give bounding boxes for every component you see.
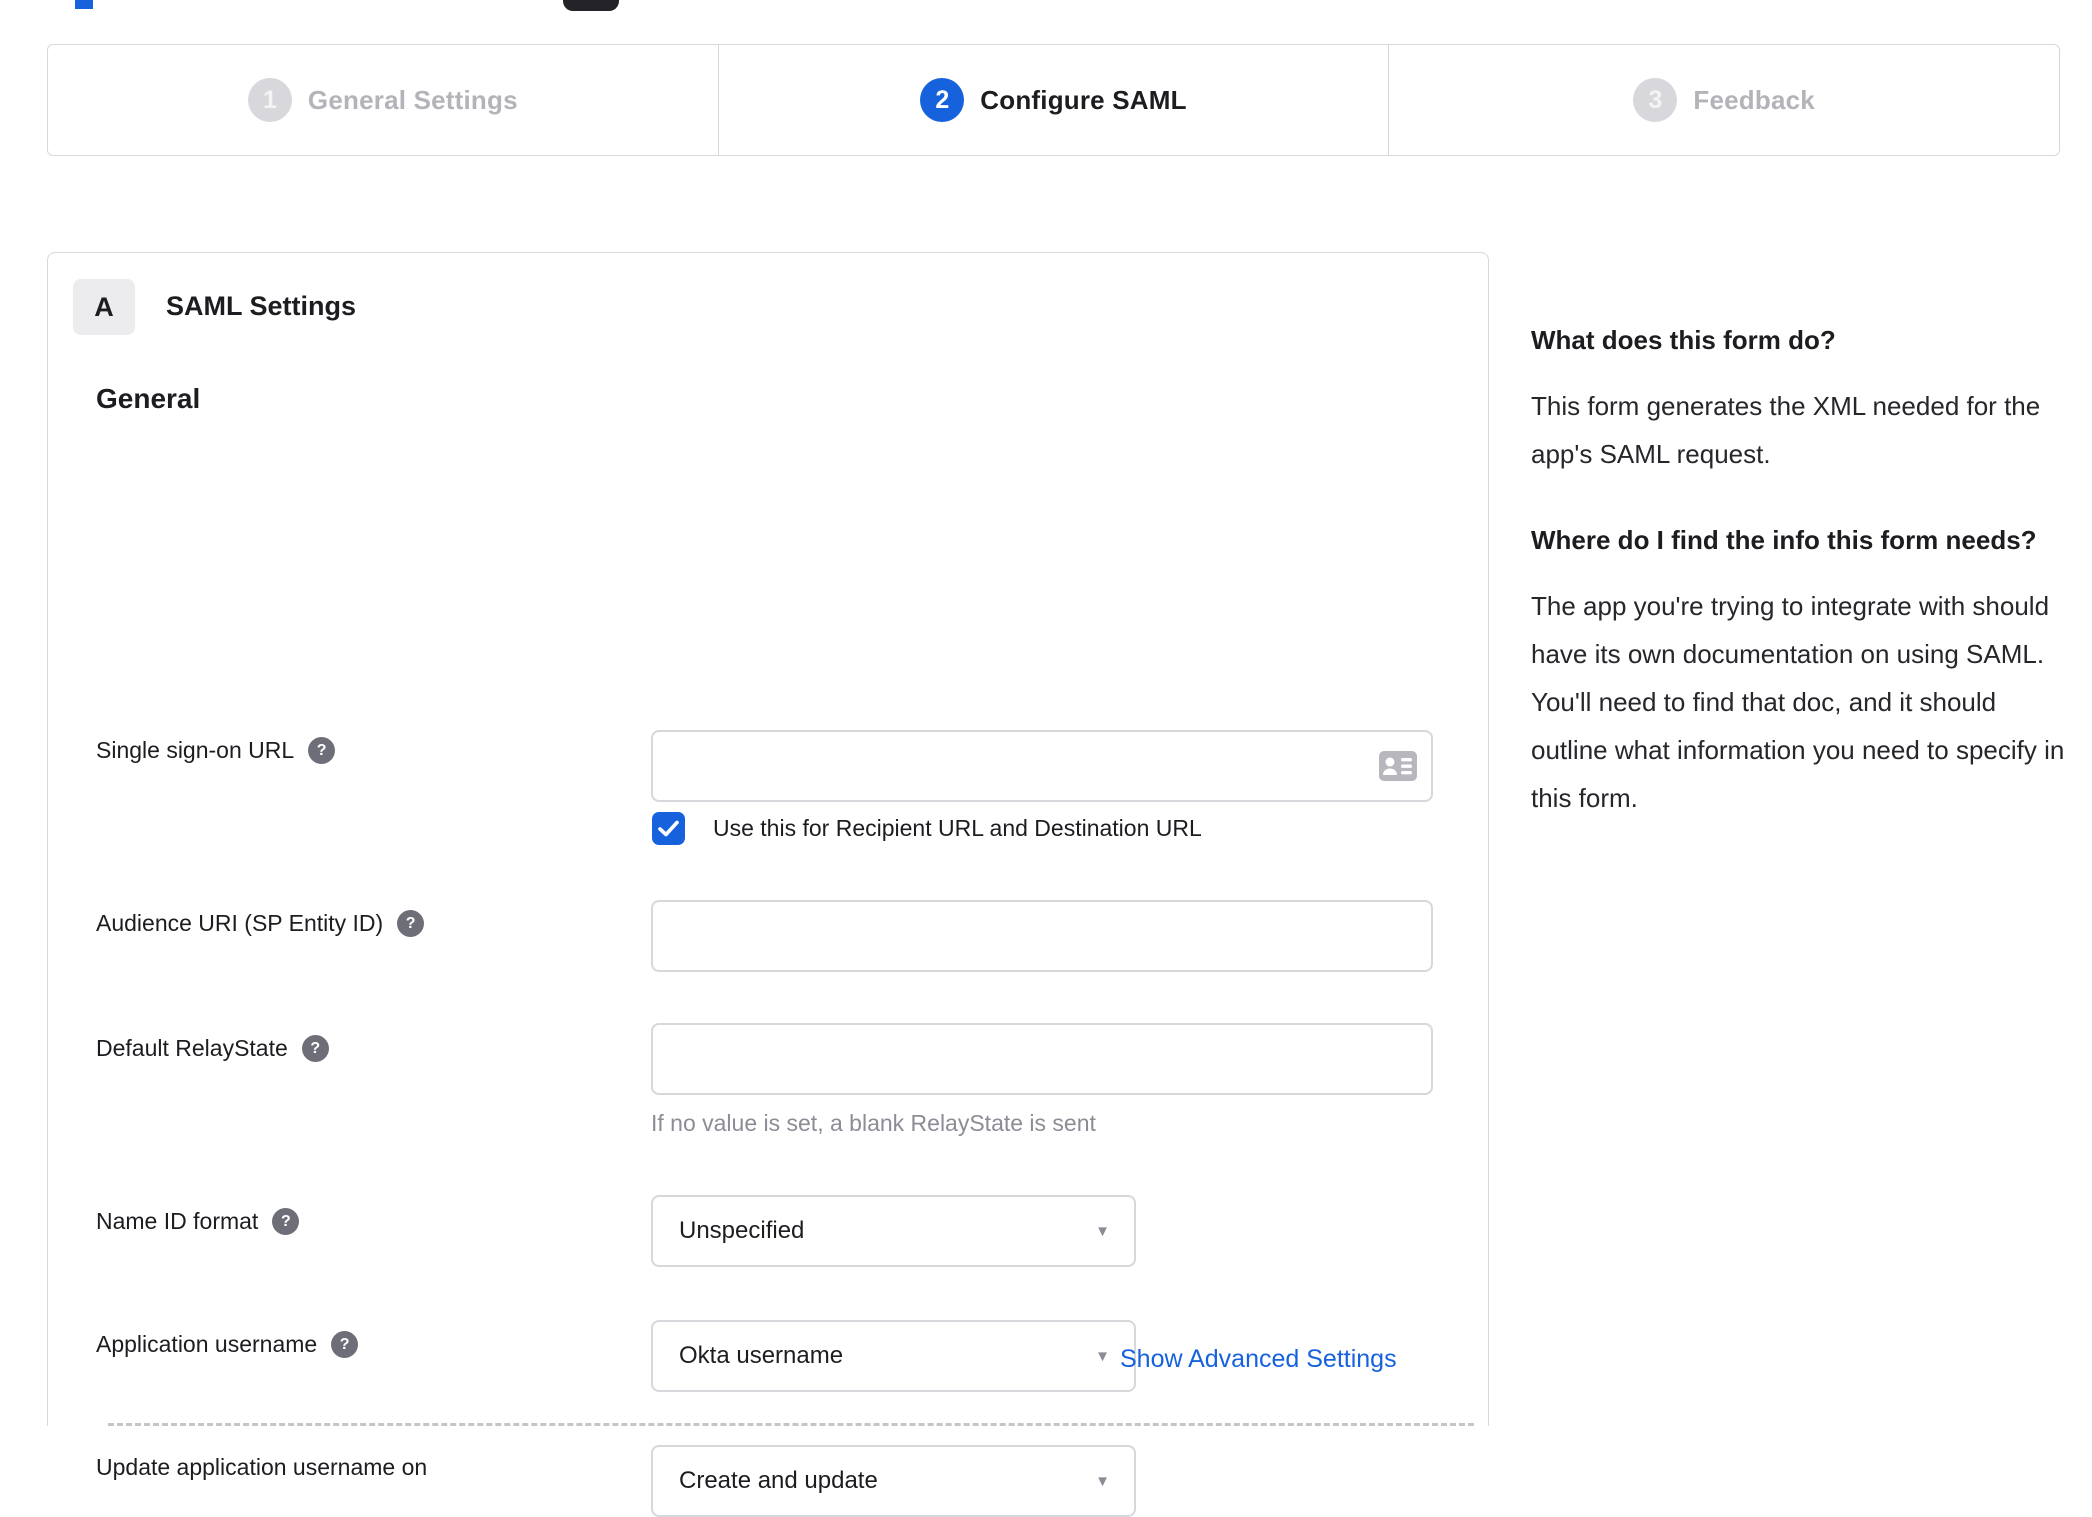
cutoff-blue-fragment (75, 0, 93, 9)
select-value: Okta username (679, 1342, 844, 1369)
recipient-url-checkbox-row: Use this for Recipient URL and Destinati… (652, 812, 1202, 845)
recipient-url-checkbox[interactable] (652, 812, 685, 845)
help-icon[interactable]: ? (301, 1035, 329, 1062)
section-a-badge: A (73, 279, 135, 335)
help-icon[interactable]: ? (331, 1331, 359, 1358)
relay-state-input[interactable] (651, 1023, 1433, 1095)
update-app-username-label: Update application username on (96, 1454, 427, 1481)
application-username-select[interactable]: Okta username ▼ (651, 1320, 1136, 1392)
chevron-down-icon: ▼ (1095, 1472, 1110, 1490)
step-feedback[interactable]: 3 Feedback (1388, 45, 2059, 155)
general-section-heading: General (96, 383, 201, 414)
step-label: Feedback (1693, 84, 1815, 115)
step-number-badge: 2 (920, 78, 965, 122)
sso-url-input[interactable] (651, 730, 1433, 802)
page: { "glyphs": { "question": "?", "dropdown… (0, 0, 2092, 1517)
field-label-text: Audience URI (SP Entity ID) (96, 910, 384, 936)
panel-title: SAML Settings (166, 291, 357, 321)
help-question-1-body: This form generates the XML needed for t… (1531, 391, 2041, 469)
relay-state-hint: If no value is set, a blank RelayState i… (651, 1110, 1096, 1136)
sso-url-label: Single sign-on URL ? (96, 737, 336, 764)
cutoff-logo-fragment (563, 0, 619, 11)
relay-state-label: Default RelayState ? (96, 1035, 329, 1062)
wizard-stepper: 1 General Settings 2 Configure SAML 3 Fe… (47, 44, 2060, 156)
field-label-text: Update application username on (96, 1454, 428, 1480)
application-username-label: Application username ? (96, 1331, 359, 1358)
help-question-2-body: The app you're trying to integrate with … (1531, 591, 2065, 813)
name-id-format-label: Name ID format ? (96, 1208, 300, 1235)
help-icon[interactable]: ? (397, 910, 425, 937)
field-label-text: Application username (96, 1331, 318, 1357)
field-label-text: Name ID format (96, 1208, 259, 1234)
step-general-settings[interactable]: 1 General Settings (48, 45, 718, 155)
select-value: Unspecified (679, 1217, 805, 1244)
field-label-text: Single sign-on URL (96, 737, 295, 763)
field-label-text: Default RelayState (96, 1035, 288, 1061)
step-configure-saml[interactable]: 2 Configure SAML (717, 45, 1389, 155)
recipient-url-checkbox-label: Use this for Recipient URL and Destinati… (713, 815, 1202, 841)
saml-settings-panel: A SAML Settings General Single sign-on U… (47, 252, 1489, 1517)
step-label: Configure SAML (980, 84, 1187, 115)
help-icon[interactable]: ? (272, 1208, 300, 1235)
step-number-badge: 3 (1633, 78, 1678, 122)
update-app-username-select[interactable]: Create and update ▼ (651, 1445, 1136, 1517)
help-question-1-title: What does this form do? (1531, 325, 1836, 355)
step-number-badge: 1 (247, 78, 292, 122)
help-icon[interactable]: ? (308, 737, 336, 764)
step-label: General Settings (307, 84, 518, 115)
name-id-format-select[interactable]: Unspecified ▼ (651, 1195, 1136, 1267)
select-value: Create and update (679, 1467, 878, 1494)
help-question-2-title: Where do I find the info this form needs… (1531, 525, 2037, 555)
chevron-down-icon: ▼ (1095, 1347, 1110, 1365)
audience-uri-input[interactable] (651, 900, 1433, 972)
show-advanced-settings-link[interactable]: Show Advanced Settings (1120, 1345, 1397, 1374)
audience-uri-label: Audience URI (SP Entity ID) ? (96, 910, 425, 937)
checkmark-icon (658, 820, 679, 837)
chevron-down-icon: ▼ (1095, 1222, 1110, 1240)
help-sidebar: What does this form do? This form genera… (1531, 322, 2065, 866)
